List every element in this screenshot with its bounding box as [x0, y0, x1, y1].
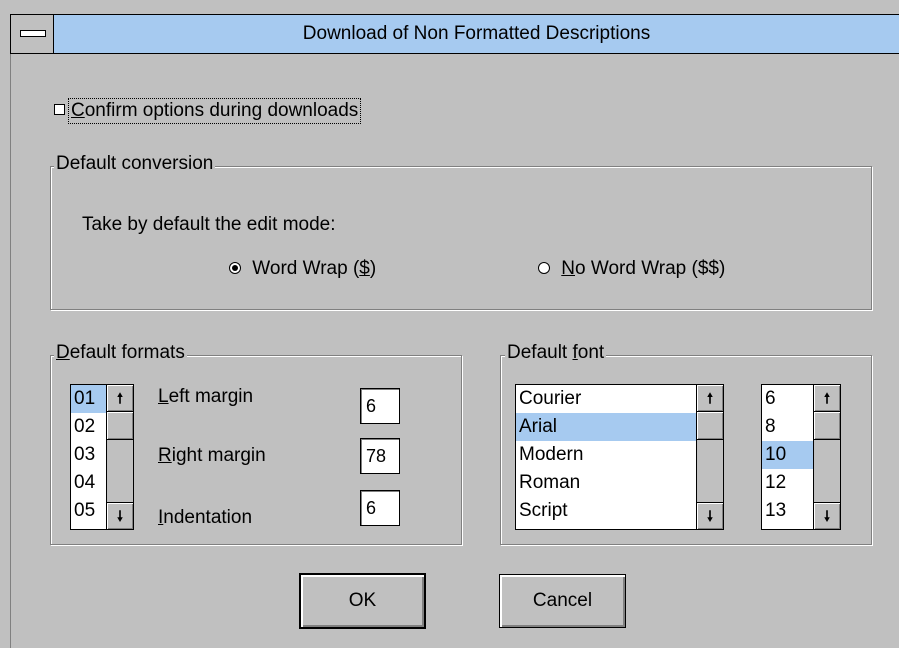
left-margin-mnemonic: L: [158, 386, 169, 407]
scroll-up-arrow-icon[interactable]: 🠕: [107, 385, 133, 412]
formats-list-item[interactable]: 05: [71, 497, 106, 525]
scroll-up-arrow-icon[interactable]: 🠕: [697, 385, 723, 412]
confirm-options-checkbox[interactable]: [54, 104, 65, 115]
font-size-item[interactable]: 12: [762, 469, 813, 497]
font-face-item[interactable]: Arial: [516, 413, 696, 441]
left-margin-label-text: eft margin: [168, 386, 254, 407]
font-size-item[interactable]: 8: [762, 413, 813, 441]
default-conversion-title: Default conversion: [54, 153, 216, 175]
default-formats-title: Default formats: [54, 342, 187, 364]
left-margin-field[interactable]: 6: [360, 388, 400, 424]
default-conversion-group: [50, 166, 872, 310]
font-size-item[interactable]: 10: [762, 441, 813, 469]
right-margin-label: Right margin: [158, 444, 266, 468]
font-face-item[interactable]: Courier: [516, 385, 696, 413]
font-face-item[interactable]: Script: [516, 497, 696, 525]
font-face-scrollbar[interactable]: 🠕 🠗: [696, 385, 723, 529]
right-margin-field[interactable]: 78: [360, 438, 400, 474]
scroll-thumb[interactable]: [697, 412, 723, 440]
word-wrap-label-pre: Word Wrap (: [252, 258, 360, 279]
font-size-items: 6 8 10 12 13: [762, 385, 813, 529]
confirm-mnemonic: C: [71, 100, 85, 121]
no-word-wrap-mnemonic: N: [561, 258, 576, 279]
indentation-label: Indentation: [158, 506, 252, 530]
word-wrap-label-post: ): [369, 258, 377, 279]
font-size-item[interactable]: 13: [762, 497, 813, 525]
formats-list-item[interactable]: 02: [71, 413, 106, 441]
formats-list-item[interactable]: 04: [71, 469, 106, 497]
default-font-title: Default font: [505, 342, 607, 364]
confirm-options-label[interactable]: Confirm options during downloads: [68, 98, 362, 124]
confirm-label-text: onfirm options during downloads: [84, 100, 359, 121]
left-margin-label: Left margin: [158, 385, 253, 409]
system-menu-icon: [20, 30, 46, 37]
no-word-wrap-label: o Word Wrap ($$): [575, 258, 726, 279]
word-wrap-mnemonic: $: [359, 258, 370, 279]
font-face-items: Courier Arial Modern Roman Script: [516, 385, 696, 529]
edit-mode-prompt: Take by default the edit mode:: [82, 214, 336, 235]
window-title: Download of Non Formatted Descriptions: [302, 23, 651, 44]
formats-title-text: efault formats: [69, 342, 185, 363]
no-word-wrap-radio-indicator[interactable]: [538, 262, 550, 274]
system-menu-button[interactable]: [10, 14, 54, 54]
word-wrap-radio-indicator[interactable]: [229, 262, 241, 274]
font-size-scrollbar[interactable]: 🠕 🠗: [813, 385, 840, 529]
ok-button[interactable]: OK: [299, 573, 426, 629]
font-face-item[interactable]: Roman: [516, 469, 696, 497]
font-size-listbox[interactable]: 6 8 10 12 13 🠕 🠗: [761, 384, 841, 530]
scroll-down-arrow-icon[interactable]: 🠗: [814, 502, 840, 529]
scroll-down-arrow-icon[interactable]: 🠗: [107, 502, 133, 529]
formats-list-item[interactable]: 03: [71, 441, 106, 469]
scroll-up-arrow-icon[interactable]: 🠕: [814, 385, 840, 412]
formats-scrollbar[interactable]: 🠕 🠗: [106, 385, 133, 529]
formats-listbox[interactable]: 01 02 03 04 05 🠕 🠗: [70, 384, 134, 530]
formats-list-item[interactable]: 01: [71, 385, 106, 413]
font-face-item[interactable]: Modern: [516, 441, 696, 469]
font-size-item[interactable]: 6: [762, 385, 813, 413]
right-margin-mnemonic: R: [158, 445, 172, 466]
scroll-down-arrow-icon[interactable]: 🠗: [697, 502, 723, 529]
indentation-field[interactable]: 6: [360, 490, 400, 526]
word-wrap-radio[interactable]: Word Wrap ($): [229, 258, 376, 280]
font-face-listbox[interactable]: Courier Arial Modern Roman Script 🠕 🠗: [515, 384, 724, 530]
formats-list-items: 01 02 03 04 05: [71, 385, 106, 529]
right-margin-label-text: ight margin: [171, 445, 266, 466]
window-border: [10, 54, 11, 648]
scroll-thumb[interactable]: [107, 412, 133, 440]
formats-mnemonic: D: [56, 342, 70, 363]
scroll-thumb[interactable]: [814, 412, 840, 440]
font-title-pre: Default: [507, 342, 573, 363]
cancel-button[interactable]: Cancel: [499, 574, 626, 628]
no-word-wrap-radio[interactable]: No Word Wrap ($$): [538, 258, 725, 280]
font-title-post: ont: [577, 342, 605, 363]
indentation-label-text: ndentation: [163, 507, 253, 528]
